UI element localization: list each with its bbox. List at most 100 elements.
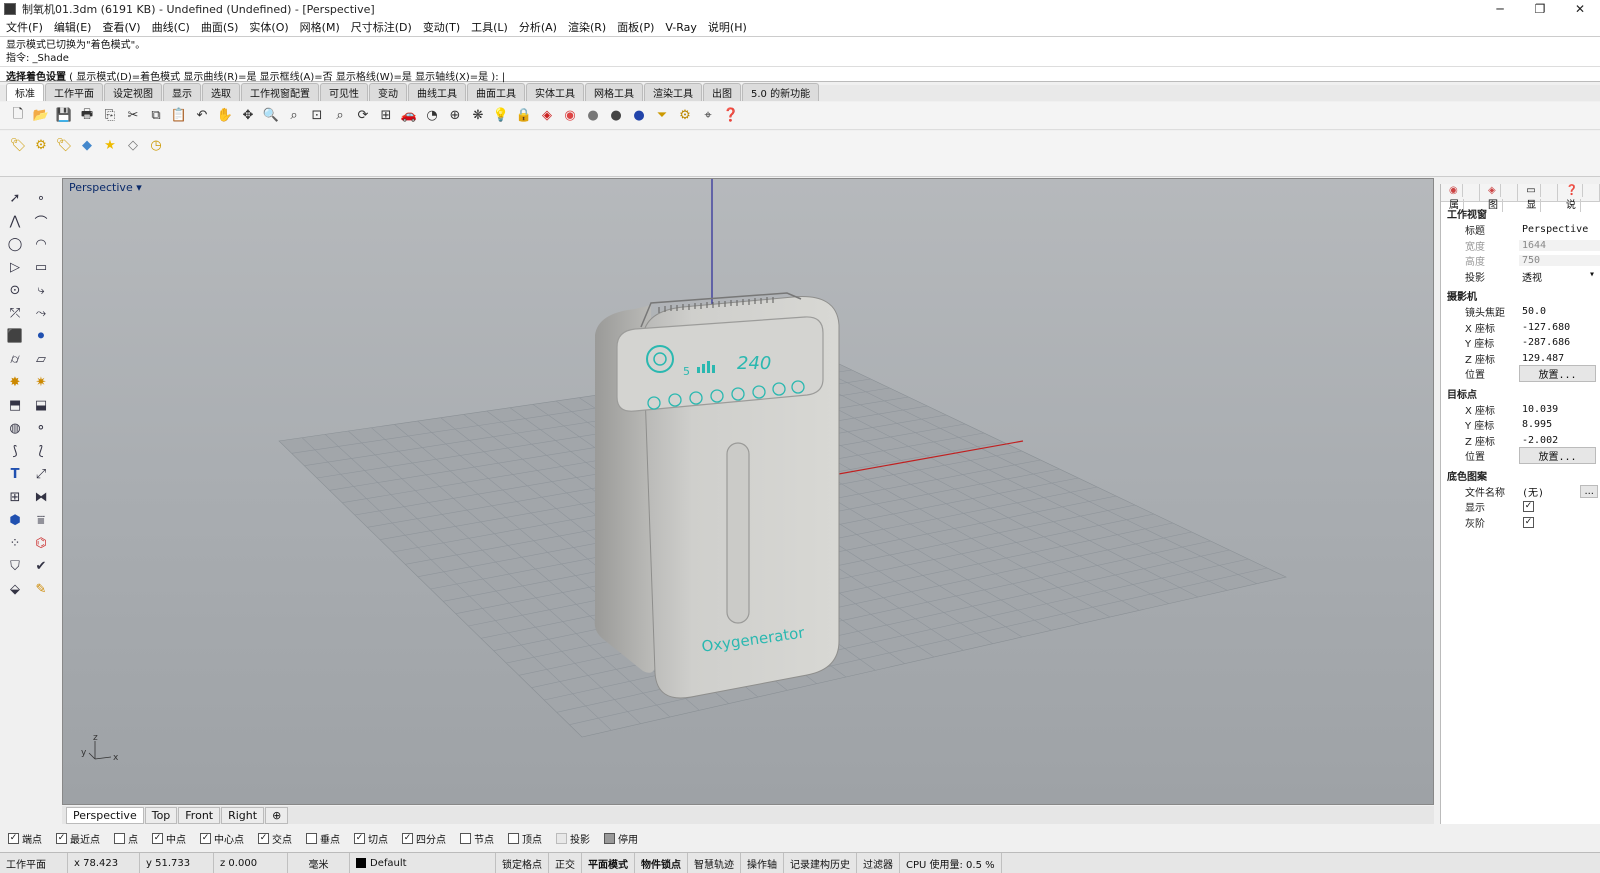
mesh-icon[interactable]: ⬢ [4, 510, 26, 530]
tab-render-tools[interactable]: 渲染工具 [644, 83, 702, 101]
file-field[interactable]: (无) [1519, 484, 1580, 499]
osnap-near[interactable]: ✓ 最近点 [56, 831, 100, 846]
named-view-icon[interactable]: ◔ [422, 106, 442, 126]
close-button[interactable]: ✕ [1560, 0, 1600, 18]
filter-toggle[interactable]: 过滤器 [857, 853, 900, 873]
osnap-knot-checkbox[interactable] [460, 832, 471, 844]
undo-icon[interactable]: ↶ [192, 106, 212, 126]
osnap-mid[interactable]: ✓ 中点 [152, 831, 186, 846]
transform-icon[interactable]: ⤱ [4, 303, 26, 323]
boolean-icon[interactable]: ✸ [4, 372, 26, 392]
curve-edit-icon[interactable]: ⤳ [30, 303, 52, 323]
tab-visibility[interactable]: 可见性 [320, 83, 368, 101]
panel-tab-properties[interactable]: ◉属 [1441, 184, 1481, 212]
cam-z-field[interactable]: 129.487 [1519, 353, 1600, 364]
clock-icon[interactable]: ◷ [146, 135, 166, 155]
grid-snap-toggle[interactable]: 锁定格点 [496, 853, 549, 873]
panel-tab-help[interactable]: ❓说 [1558, 184, 1600, 212]
osnap-near-checkbox[interactable]: ✓ [56, 832, 67, 844]
menu-curve[interactable]: 曲线(C) [152, 19, 190, 35]
tag-icon[interactable]: 🏷 [8, 135, 28, 155]
curve-icon[interactable]: ⌒ [30, 211, 52, 231]
tag-outline-icon[interactable]: ◇ [123, 135, 143, 155]
tgt-z-field[interactable]: -2.002 [1519, 435, 1600, 446]
osnap-intersection-checkbox[interactable]: ✓ [258, 832, 269, 844]
menu-dimension[interactable]: 尺寸标注(D) [351, 19, 412, 35]
paste-icon[interactable]: 📋 [169, 106, 189, 126]
brush-icon[interactable]: ✎ [30, 579, 52, 599]
arc-icon[interactable]: ◠ [30, 234, 52, 254]
viewport-tab-perspective[interactable]: Perspective [66, 806, 144, 824]
explode-icon[interactable]: ✷ [30, 372, 52, 392]
grayscale-checkbox[interactable]: ✓ [1523, 516, 1534, 528]
sphere-rendered-icon[interactable]: ● [606, 106, 626, 126]
zoom-in-icon[interactable]: 🔍 [261, 106, 281, 126]
layer-icon[interactable]: ⩸ [30, 510, 52, 530]
pan-hand-icon[interactable]: ✋ [215, 106, 235, 126]
browse-file-button[interactable]: ... [1580, 484, 1598, 498]
solid-edit-icon[interactable]: ⬙ [4, 579, 26, 599]
sphere-shaded-icon[interactable]: ● [583, 106, 603, 126]
smarttrack-toggle[interactable]: 智慧轨迹 [688, 853, 741, 873]
dimension-icon[interactable]: ⤢ [30, 464, 52, 484]
minimize-button[interactable]: ─ [1480, 0, 1520, 18]
tab-cplane[interactable]: 工作平面 [45, 83, 103, 101]
menu-surface[interactable]: 曲面(S) [201, 19, 239, 35]
osnap-intersection[interactable]: ✓ 交点 [258, 831, 292, 846]
layer-status[interactable]: Default [350, 853, 496, 873]
viewport-tab-front[interactable]: Front [178, 806, 221, 824]
fillet-icon[interactable]: ⤷ [30, 280, 52, 300]
four-viewports-icon[interactable]: ⊞ [376, 106, 396, 126]
triangle-icon[interactable]: ▷ [4, 257, 26, 277]
osnap-center-checkbox[interactable]: ✓ [200, 832, 211, 844]
lock-icon[interactable]: 🔒 [514, 106, 534, 126]
planar-toggle[interactable]: 平面模式 [582, 853, 635, 873]
tab-mesh-tools[interactable]: 网格工具 [585, 83, 643, 101]
join-icon[interactable]: ⚬ [30, 418, 52, 438]
ellipse-icon[interactable]: ⊙ [4, 280, 26, 300]
rectangle-icon[interactable]: ▭ [30, 257, 52, 277]
osnap-tangent[interactable]: ✓ 切点 [354, 831, 388, 846]
panel-tab-display[interactable]: ▭显 [1518, 184, 1558, 212]
zoom-selected-icon[interactable]: ⌕ [330, 106, 350, 126]
osnap-perp[interactable]: 垂点 [306, 831, 340, 846]
analyze-icon[interactable]: ⛉ [4, 556, 26, 576]
osnap-quad-checkbox[interactable]: ✓ [402, 832, 413, 844]
viewport-tab-top[interactable]: Top [144, 806, 178, 824]
group-icon[interactable]: ⊞ [4, 487, 26, 507]
osnap-point[interactable]: 点 [114, 831, 138, 846]
cam-y-field[interactable]: -287.686 [1519, 337, 1600, 348]
menu-transform[interactable]: 变动(T) [423, 19, 460, 35]
help-icon[interactable]: ❓ [721, 106, 741, 126]
title-field[interactable]: Perspective [1519, 224, 1600, 235]
tab-surface-tools[interactable]: 曲面工具 [467, 83, 525, 101]
osnap-vertex[interactable]: 顶点 [508, 831, 542, 846]
array-icon[interactable]: ⁘ [4, 533, 26, 553]
mirror-icon[interactable]: ⧓ [30, 487, 52, 507]
menu-panels[interactable]: 面板(P) [617, 19, 654, 35]
osnap-toggle[interactable]: 物件锁点 [635, 853, 688, 873]
light-bulb-icon[interactable]: 💡 [491, 106, 511, 126]
tab-standard[interactable]: 标准 [6, 83, 44, 101]
osnap-point-checkbox[interactable] [114, 832, 125, 844]
tab-curve-tools[interactable]: 曲线工具 [408, 83, 466, 101]
car-icon[interactable]: 🚗 [399, 106, 419, 126]
spheres-icon[interactable]: ⚫ [30, 326, 52, 346]
command-prompt[interactable]: 选择着色设置 ( 显示模式(D)=着色模式 显示曲线(R)=是 显示框线(A)=… [0, 66, 1600, 83]
tab-new-in-v5[interactable]: 5.0 的新功能 [742, 83, 820, 101]
perspective-viewport[interactable]: 5 240 Oxygenerator z x y Perspective ▾ [62, 178, 1434, 805]
viewport-tab-right[interactable]: Right [221, 806, 265, 824]
select-arrow-icon[interactable]: ➚ [4, 188, 26, 208]
tgt-y-field[interactable]: 8.995 [1519, 419, 1600, 430]
offset-icon[interactable]: ⬓ [30, 395, 52, 415]
point-icon[interactable]: ∘ [30, 188, 52, 208]
menu-solid[interactable]: 实体(O) [249, 19, 288, 35]
ortho-toggle[interactable]: 正交 [549, 853, 582, 873]
osnap-quad[interactable]: ✓ 四分点 [402, 831, 446, 846]
osnap-knot[interactable]: 节点 [460, 831, 494, 846]
tag-settings-icon[interactable]: ⚙ [31, 135, 51, 155]
osnap-project-checkbox[interactable] [556, 832, 567, 844]
check-icon[interactable]: ✔ [30, 556, 52, 576]
show-checkbox[interactable]: ✓ [1523, 501, 1534, 513]
camera-icon[interactable]: ⊕ [445, 106, 465, 126]
